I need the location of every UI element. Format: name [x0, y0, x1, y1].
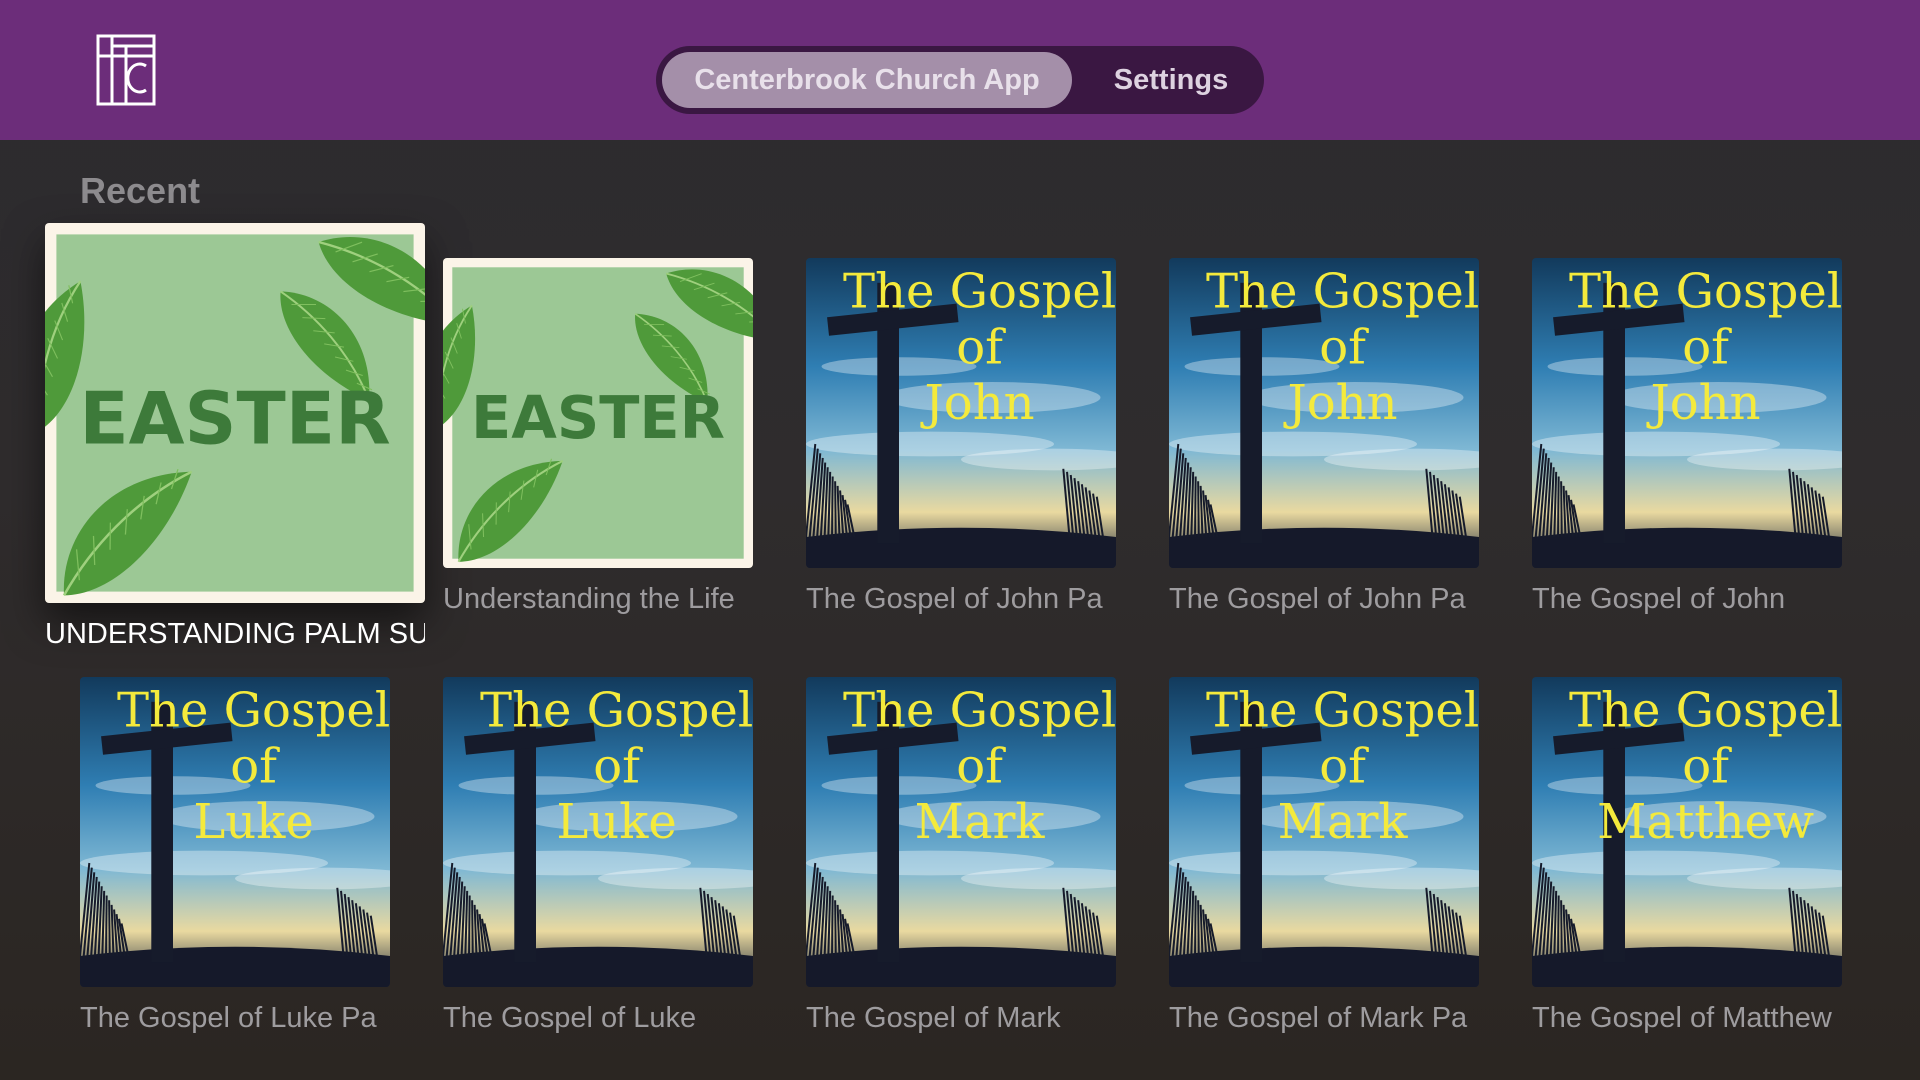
artwork-title-text: EASTER: [471, 383, 725, 452]
artwork-title-text: The Gospel: [1206, 683, 1479, 739]
gospel-artwork: The GospelofLuke: [80, 677, 390, 987]
tile-caption: The Gospel of Luke: [443, 1002, 697, 1034]
tile-artwork: The Gospel of Luke: [80, 677, 390, 987]
artwork-title-text: Luke: [193, 794, 313, 850]
media-tile[interactable]: The Gospel of Luke The Gospel of Luke Pa: [80, 677, 390, 1042]
media-tile[interactable]: The Gospel of John The Gospel of John Pa: [1169, 258, 1479, 623]
artwork-title-text: of: [1682, 738, 1732, 794]
gospel-artwork: The GospelofMatthew: [1532, 677, 1842, 987]
artwork-title-text: Mark: [1278, 794, 1409, 850]
media-tile[interactable]: EASTER Understanding the Life: [443, 258, 753, 623]
tile-caption: The Gospel of John: [1532, 583, 1786, 615]
artwork-title-text: of: [593, 738, 643, 794]
easter-artwork: EASTER: [443, 258, 753, 568]
tile-caption: The Gospel of Mark: [806, 1002, 1061, 1034]
tile-caption: The Gospel of John Pa: [806, 583, 1103, 615]
media-tile[interactable]: The Gospel of Mark The Gospel of Mark: [806, 677, 1116, 1042]
media-tile[interactable]: The Gospel of Luke The Gospel of Luke: [443, 677, 753, 1042]
gospel-artwork: The GospelofLuke: [443, 677, 753, 987]
artwork-title-text: The Gospel: [1569, 683, 1842, 739]
artwork-title-text: of: [956, 319, 1006, 375]
section-title-recent: Recent: [80, 170, 201, 211]
tile-artwork: The Gospel of Matthew: [1532, 677, 1842, 987]
tile-caption: The Gospel of Mark Pa: [1169, 1002, 1468, 1034]
church-logo-icon: [96, 34, 156, 106]
tile-caption: The Gospel of John Pa: [1169, 583, 1466, 615]
artwork-title-text: The Gospel: [1206, 264, 1479, 320]
artwork-title-text: EASTER: [79, 377, 390, 461]
artwork-title-text: of: [230, 738, 280, 794]
artwork-title-text: The Gospel: [843, 264, 1116, 320]
tab-settings[interactable]: Settings: [1086, 52, 1256, 108]
artwork-title-text: of: [1682, 319, 1732, 375]
media-tile[interactable]: The Gospel of Matthew The Gospel of Matthe…: [1532, 677, 1842, 1042]
tile-artwork: EASTER: [443, 258, 753, 568]
tile-artwork: The Gospel of Mark: [1169, 677, 1479, 987]
top-navigation-bar: Centerbrook Church App Settings: [0, 0, 1920, 140]
artwork-title-text: of: [956, 738, 1006, 794]
gospel-artwork: The GospelofJohn: [1169, 258, 1479, 568]
tile-artwork: The Gospel of John: [806, 258, 1116, 568]
tile-artwork: The Gospel of John: [1169, 258, 1479, 568]
artwork-title-text: of: [1319, 738, 1369, 794]
tile-caption: Understanding the Life: [443, 583, 735, 615]
artwork-title-text: Luke: [556, 794, 676, 850]
artwork-title-text: John: [1646, 375, 1761, 431]
tile-artwork: The Gospel of Luke: [443, 677, 753, 987]
gospel-artwork: The GospelofJohn: [1532, 258, 1842, 568]
media-tile[interactable]: The Gospel of John The Gospel of John Pa: [806, 258, 1116, 623]
artwork-title-text: of: [1319, 319, 1369, 375]
media-tile[interactable]: The Gospel of Mark The Gospel of Mark Pa: [1169, 677, 1479, 1042]
artwork-title-text: The Gospel: [117, 683, 390, 739]
artwork-title-text: John: [920, 375, 1035, 431]
artwork-title-text: Mark: [915, 794, 1046, 850]
tile-artwork: The Gospel of Mark: [806, 677, 1116, 987]
artwork-title-text: The Gospel: [1569, 264, 1842, 320]
media-tile[interactable]: EASTER UNDERSTANDING PALM SU: [45, 223, 425, 653]
tile-artwork: The Gospel of John: [1532, 258, 1842, 568]
artwork-title-text: The Gospel: [843, 683, 1116, 739]
gospel-artwork: The GospelofMark: [806, 677, 1116, 987]
gospel-artwork: The GospelofMark: [1169, 677, 1479, 987]
tile-caption: The Gospel of Matthew: [1532, 1002, 1832, 1034]
tile-caption: The Gospel of Luke Pa: [80, 1002, 377, 1034]
artwork-title-text: Matthew: [1597, 794, 1814, 850]
tab-bar: Centerbrook Church App Settings: [656, 46, 1264, 114]
artwork-title-text: The Gospel: [480, 683, 753, 739]
gospel-artwork: The GospelofJohn: [806, 258, 1116, 568]
tab-centerbrook-church-app[interactable]: Centerbrook Church App: [662, 52, 1072, 108]
tile-caption: UNDERSTANDING PALM SU: [45, 618, 425, 650]
media-tile[interactable]: The Gospel of John The Gospel of John: [1532, 258, 1842, 623]
artwork-title-text: John: [1283, 375, 1398, 431]
tile-artwork: EASTER: [45, 223, 425, 603]
easter-artwork: EASTER: [45, 223, 425, 603]
